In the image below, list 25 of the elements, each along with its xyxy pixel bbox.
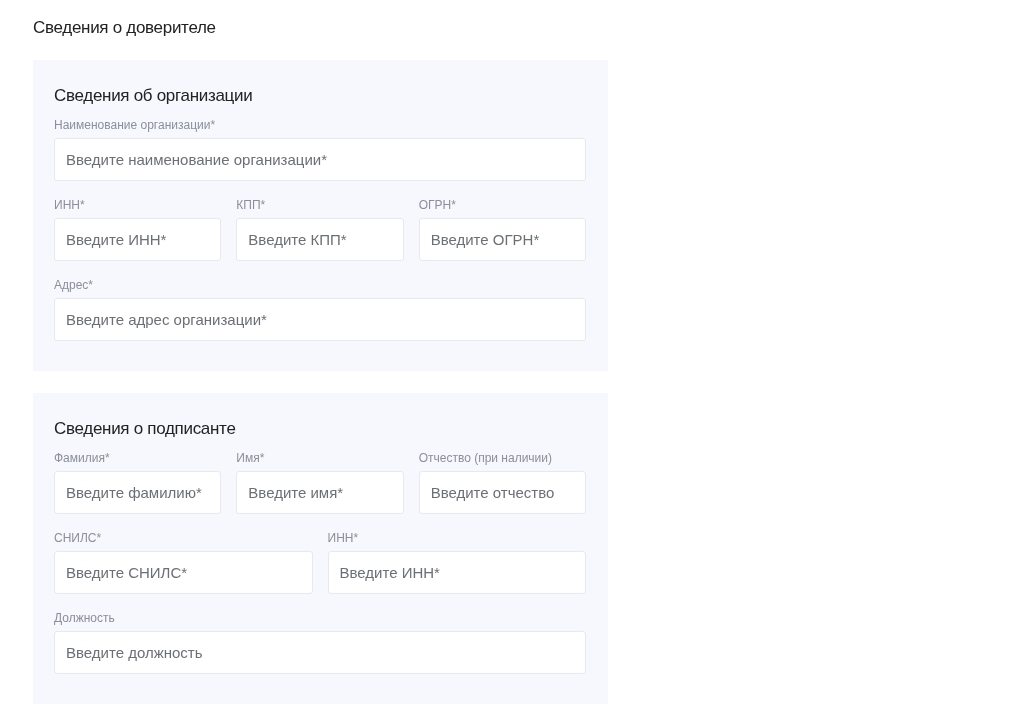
field-label: Отчество (при наличии) [418, 451, 554, 465]
field-label: ИНН* [327, 531, 360, 545]
field-label: ОГРН* [418, 198, 457, 212]
input-field[interactable]: Введите ИНН* [327, 551, 586, 594]
field-label: Имя* [236, 451, 266, 465]
input-field[interactable]: Введите ОГРН* [418, 218, 586, 261]
field-label: Фамилия* [54, 451, 111, 465]
input-field[interactable]: Введите ИНН* [54, 218, 222, 261]
field-label: КПП* [236, 198, 267, 212]
field-label: Должность [54, 611, 116, 625]
section-title: Сведения о подписанте [54, 418, 237, 440]
field-label: СНИЛС* [54, 531, 103, 545]
page-title: Сведения о доверителе [33, 17, 217, 39]
input-field[interactable]: Введите имя* [236, 471, 404, 514]
field-label: ИНН* [54, 198, 86, 212]
input-field[interactable]: Введите должность [54, 631, 586, 674]
input-field[interactable]: Введите адрес организации* [54, 298, 586, 341]
field-label: Наименование организации* [54, 118, 217, 132]
input-field[interactable]: Введите наименование организации* [54, 138, 586, 181]
field-label: Адрес* [54, 278, 95, 292]
input-field[interactable]: Введите СНИЛС* [54, 551, 313, 594]
input-field[interactable]: Введите отчество [418, 471, 586, 514]
input-field[interactable]: Введите фамилию* [54, 471, 222, 514]
input-field[interactable]: Введите КПП* [236, 218, 404, 261]
section-title: Сведения об организации [54, 85, 254, 107]
